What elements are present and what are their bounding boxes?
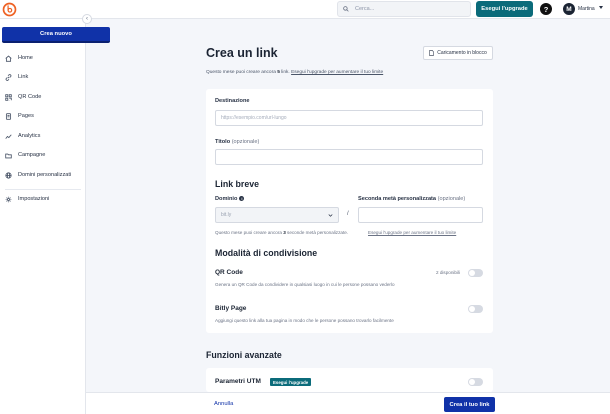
create-new-button[interactable]: Crea nuovo [2, 27, 110, 43]
info-icon[interactable]: i [239, 196, 245, 202]
link-icon [5, 73, 12, 81]
sidebar-item-settings[interactable]: Impostazioni [5, 193, 49, 205]
back-half-quota-text: Questo mese puoi creare ancora 3 seconde… [215, 230, 349, 235]
sidebar-item-label: Link [18, 74, 29, 80]
qr-code-description: Genera un QR Code da condividere in qual… [215, 282, 395, 287]
page-title: Crea un link [206, 46, 278, 60]
upgrade-button[interactable]: Esegui l'upgrade [476, 1, 533, 17]
slash-separator: / [347, 211, 349, 217]
utm-upgrade-badge[interactable]: Esegui l'upgrade [270, 378, 312, 386]
domain-value: bit.ly [221, 212, 232, 218]
sidebar-item-analytics[interactable]: Analytics [5, 130, 40, 142]
upgrade-badge-label: Esegui l'upgrade [273, 379, 309, 385]
sidebar-item-label: QR Code [18, 94, 42, 100]
bitly-page-toggle[interactable] [468, 305, 483, 313]
sidebar-item-home[interactable]: Home [5, 52, 33, 64]
sidebar: Crea nuovo Home Link QR Code Pages Analy… [0, 19, 110, 414]
search-input[interactable]: Cerca... [337, 1, 471, 17]
back-half-upgrade-link[interactable]: Esegui l'upgrade per aumentare il tuo li… [368, 230, 456, 235]
bulk-upload-label: Caricamento in blocco [437, 50, 487, 56]
sidebar-item-campaigns[interactable]: Campagne [5, 149, 45, 161]
qr-available-count: 2 disponibili [436, 270, 461, 275]
back-half-label: Seconda metà personalizzata (opzionale) [358, 196, 466, 202]
qr-code-option-title: QR Code [215, 269, 243, 276]
bitly-logo-icon[interactable] [2, 2, 17, 17]
sidebar-item-label: Analytics [18, 133, 41, 139]
link-quota-text: Questo mese puoi creare ancora 5 link. E… [206, 70, 384, 75]
short-link-heading: Link breve [215, 179, 260, 189]
form-footer: Annulla Crea il tuo link [86, 392, 610, 414]
analytics-icon [5, 133, 12, 139]
create-link-form: Destinazione https://esempio.com/url-lun… [206, 89, 493, 333]
title-label: Titolo (opzionale) [215, 139, 260, 145]
sidebar-item-label: Domini personalizzati [18, 172, 72, 178]
advanced-features-heading: Funzioni avanzate [206, 350, 282, 360]
campaigns-icon [5, 153, 12, 158]
file-icon [429, 50, 434, 56]
qr-code-toggle[interactable] [468, 269, 483, 277]
destination-label: Destinazione [215, 98, 250, 104]
home-icon [5, 54, 12, 62]
sidebar-collapse-button[interactable]: ‹ [82, 14, 92, 24]
utm-title: Parametri UTM [215, 378, 261, 385]
sidebar-item-label: Impostazioni [18, 196, 50, 202]
destination-input[interactable]: https://esempio.com/url-lungo [215, 110, 483, 126]
search-placeholder: Cerca... [355, 6, 375, 12]
sidebar-item-label: Pages [18, 113, 34, 119]
destination-placeholder: https://esempio.com/url-lungo [221, 115, 287, 121]
bulk-upload-button[interactable]: Caricamento in blocco [423, 46, 493, 60]
sidebar-item-qr-code[interactable]: QR Code [5, 91, 41, 103]
quota-upgrade-link[interactable]: Esegui l'upgrade per aumentare il tuo li… [291, 70, 383, 75]
avatar[interactable]: M [563, 3, 575, 15]
user-name[interactable]: Martina [578, 6, 595, 12]
domain-select[interactable]: bit.ly [215, 207, 339, 223]
sidebar-item-label: Campagne [18, 152, 46, 158]
sidebar-item-link[interactable]: Link [5, 71, 28, 83]
sidebar-divider [5, 189, 81, 190]
user-menu-caret-icon[interactable] [599, 6, 603, 9]
sharing-heading: Modalità di condivisione [215, 248, 318, 258]
gear-icon [5, 196, 12, 202]
sidebar-item-custom-domains[interactable]: Domini personalizzati [5, 169, 71, 181]
title-input[interactable] [215, 149, 483, 165]
bitly-page-option-title: Bitly Page [215, 305, 247, 312]
create-link-button[interactable]: Crea il tuo link [444, 397, 495, 412]
search-icon [343, 6, 349, 12]
cancel-button[interactable]: Annulla [214, 401, 233, 407]
utm-toggle[interactable] [468, 378, 483, 386]
domain-label: Dominio i [215, 196, 245, 202]
sidebar-item-label: Home [18, 55, 33, 61]
utm-card: Parametri UTM Esegui l'upgrade [206, 368, 493, 392]
globe-icon [5, 171, 12, 179]
back-half-input[interactable] [358, 207, 483, 223]
qr-code-icon [5, 93, 12, 101]
sidebar-item-pages[interactable]: Pages [5, 110, 34, 122]
chevron-down-icon [328, 214, 333, 217]
pages-icon [5, 112, 12, 120]
help-icon[interactable]: ? [540, 3, 552, 15]
bitly-page-description: Aggiungi questo link alla tua pagina in … [215, 318, 394, 323]
